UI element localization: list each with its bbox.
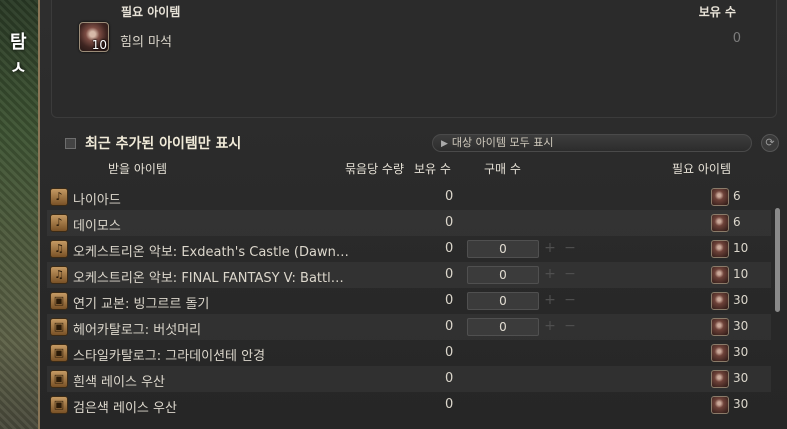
column-receive-item: 받을 아이템 bbox=[108, 162, 168, 176]
item-owned-count: 0 bbox=[445, 293, 454, 308]
item-owned-count: 0 bbox=[445, 345, 454, 360]
item-owned-count: 0 bbox=[445, 215, 454, 230]
item-name: 오케스트리온 악보: FINAL FANTASY V: Battl… bbox=[73, 271, 344, 286]
purchase-quantity-input[interactable]: 0 bbox=[467, 292, 539, 310]
list-item[interactable]: ▣ 헤어카탈로그: 버섯머리 0 0 + −30 bbox=[47, 314, 771, 340]
recent-only-checkbox[interactable] bbox=[65, 138, 76, 149]
recent-only-label[interactable]: 최근 추가된 아이템만 표시 bbox=[85, 133, 241, 153]
magicite-icon bbox=[711, 292, 729, 310]
item-category-icon: ▣ bbox=[50, 370, 68, 388]
required-cost: 6 bbox=[733, 189, 741, 203]
magicite-icon bbox=[711, 318, 729, 336]
magicite-icon bbox=[711, 214, 729, 232]
column-required-item: 필요 아이템 bbox=[672, 162, 732, 176]
list-item[interactable]: ♪ 나이아드 0 6 bbox=[47, 184, 771, 210]
required-cost: 30 bbox=[733, 371, 749, 385]
list-item[interactable]: ▣ 연기 교본: 빙그르르 돌기 0 0 + −30 bbox=[47, 288, 771, 314]
item-name: 나이아드 bbox=[73, 193, 121, 208]
decrement-button[interactable]: − bbox=[561, 292, 579, 310]
exchange-window: 필요 아이템 보유 수 10 힘의 마석 0 최근 추가된 아이템만 표시 ▶ 대… bbox=[38, 0, 787, 429]
item-name: 오케스트리온 악보: Exdeath's Castle (Dawn… bbox=[73, 245, 349, 260]
item-name: 검은색 레이스 우산 bbox=[73, 401, 177, 416]
magicite-icon bbox=[711, 370, 729, 388]
required-cost: 10 bbox=[733, 267, 749, 281]
magicite-icon bbox=[711, 240, 729, 258]
item-category-icon: ▣ bbox=[50, 344, 68, 362]
item-owned-count: 0 bbox=[445, 241, 454, 256]
item-owned-count: 0 bbox=[445, 319, 454, 334]
list-item[interactable]: ♫ 오케스트리온 악보: Exdeath's Castle (Dawn… 0 0 + −1… bbox=[47, 236, 771, 262]
required-cost: 30 bbox=[733, 345, 749, 359]
magicite-icon bbox=[711, 344, 729, 362]
item-category-icon: ♪ bbox=[50, 188, 68, 206]
item-owned-count: 0 bbox=[445, 189, 454, 204]
required-quantity-badge: 10 bbox=[91, 38, 107, 52]
column-per-bundle: 묶음당 수량 bbox=[345, 162, 405, 176]
list-item[interactable]: ▣ 검은색 레이스 우산 0 30 bbox=[47, 392, 771, 418]
magicite-icon bbox=[711, 266, 729, 284]
item-name: 흰색 레이스 우산 bbox=[73, 375, 165, 390]
decrement-button[interactable]: − bbox=[561, 266, 579, 284]
item-category-icon: ♫ bbox=[50, 240, 68, 258]
item-category-icon: ♫ bbox=[50, 266, 68, 284]
item-name: 스타일카탈로그: 그라데이션테 안경 bbox=[73, 349, 266, 364]
list-item[interactable]: ▣ 스타일카탈로그: 그라데이션테 안경 0 30 bbox=[47, 340, 771, 366]
list-item[interactable]: ♪ 데이모스 0 6 bbox=[47, 210, 771, 236]
decrement-button[interactable]: − bbox=[561, 318, 579, 336]
purchase-quantity-input[interactable]: 0 bbox=[467, 266, 539, 284]
column-purchase: 구매 수 bbox=[484, 162, 521, 176]
exchange-item-list: ♪ 나이아드 0 6 ♪ 데이모스 0 6 ♫ 오케스트리온 악보: Exdeath's Cast… bbox=[47, 184, 771, 418]
item-category-icon: ▣ bbox=[50, 396, 68, 414]
refresh-icon[interactable]: ⟳ bbox=[761, 134, 779, 152]
required-cost: 6 bbox=[733, 215, 741, 229]
show-all-items-toggle[interactable]: ▶ 대상 아이템 모두 표시 bbox=[432, 134, 752, 152]
increment-button[interactable]: + bbox=[541, 266, 559, 284]
item-owned-count: 0 bbox=[445, 397, 454, 412]
required-item-owned-count: 0 bbox=[732, 31, 741, 46]
item-category-icon: ▣ bbox=[50, 292, 68, 310]
column-owned: 보유 수 bbox=[414, 162, 451, 176]
list-scrollbar[interactable] bbox=[775, 208, 780, 312]
owned-count-header: 보유 수 bbox=[698, 5, 736, 19]
list-item[interactable]: ▣ 흰색 레이스 우산 0 30 bbox=[47, 366, 771, 392]
magicite-icon bbox=[711, 396, 729, 414]
required-cost: 30 bbox=[733, 319, 749, 333]
item-category-icon: ♪ bbox=[50, 214, 68, 232]
required-cost: 30 bbox=[733, 397, 749, 411]
purchase-quantity-input[interactable]: 0 bbox=[467, 318, 539, 336]
item-name: 데이모스 bbox=[73, 219, 121, 234]
required-item-header: 필요 아이템 bbox=[121, 5, 181, 19]
required-item-name: 힘의 마석 bbox=[120, 35, 172, 50]
increment-button[interactable]: + bbox=[541, 240, 559, 258]
required-cost: 10 bbox=[733, 241, 749, 255]
required-cost: 30 bbox=[733, 293, 749, 307]
decrement-button[interactable]: − bbox=[561, 240, 579, 258]
increment-button[interactable]: + bbox=[541, 318, 559, 336]
show-all-label: 대상 아이템 모두 표시 bbox=[451, 136, 554, 149]
required-item-panel: 필요 아이템 보유 수 10 힘의 마석 0 bbox=[51, 0, 777, 118]
list-item[interactable]: ♫ 오케스트리온 악보: FINAL FANTASY V: Battl… 0 0 + −1… bbox=[47, 262, 771, 288]
item-name: 연기 교본: 빙그르르 돌기 bbox=[73, 297, 210, 312]
item-category-icon: ▣ bbox=[50, 318, 68, 336]
increment-button[interactable]: + bbox=[541, 292, 559, 310]
item-owned-count: 0 bbox=[445, 267, 454, 282]
expand-triangle-icon: ▶ bbox=[441, 139, 448, 149]
background-scene: 탐ㅅ bbox=[0, 0, 38, 429]
background-tab-text: 탐ㅅ bbox=[10, 32, 27, 79]
magicite-icon bbox=[711, 188, 729, 206]
item-owned-count: 0 bbox=[445, 371, 454, 386]
magicite-icon[interactable]: 10 bbox=[79, 22, 109, 52]
purchase-quantity-input[interactable]: 0 bbox=[467, 240, 539, 258]
item-name: 헤어카탈로그: 버섯머리 bbox=[73, 323, 202, 338]
